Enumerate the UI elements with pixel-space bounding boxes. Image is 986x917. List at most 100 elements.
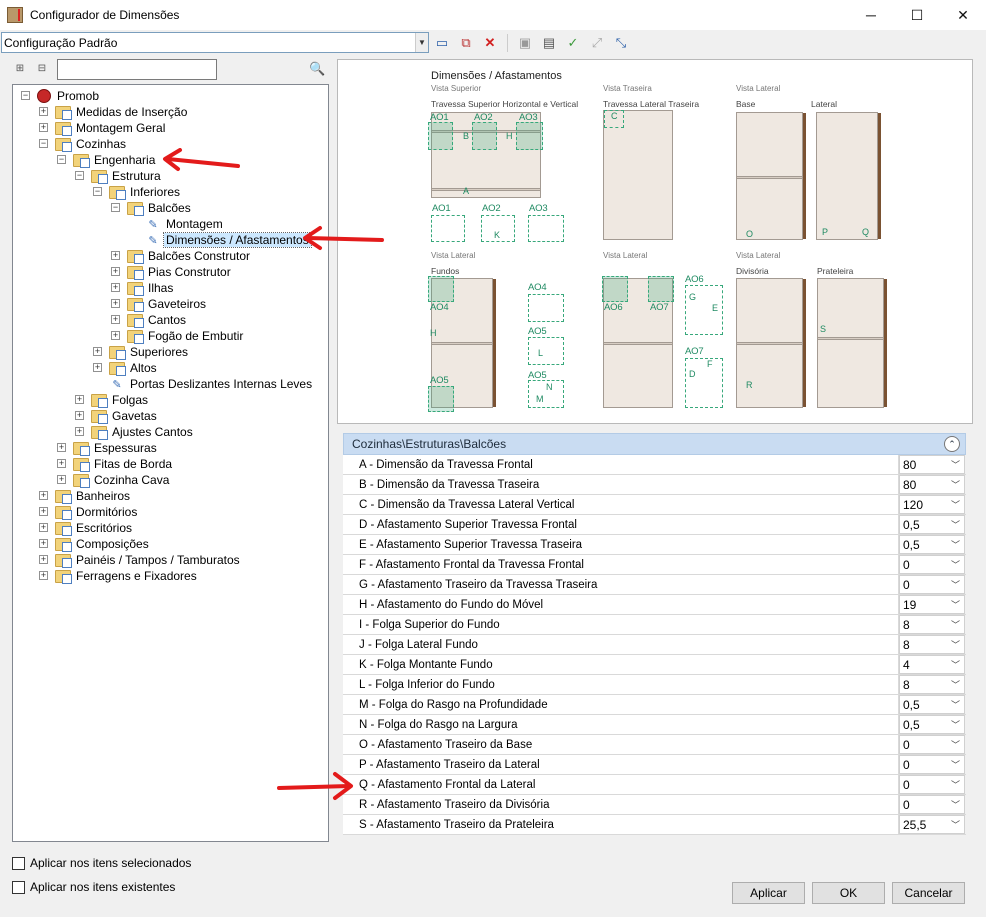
- property-value-dropdown[interactable]: 19 ﹀: [899, 595, 965, 614]
- tree-node[interactable]: + Painéis / Tampos / Tamburatos: [39, 552, 242, 568]
- expand-node-icon[interactable]: +: [111, 283, 120, 292]
- tree-node[interactable]: + Ajustes Cantos: [75, 424, 195, 440]
- tree-node[interactable]: − Balcões: [111, 200, 193, 216]
- tree-node[interactable]: + Fitas de Borda: [57, 456, 174, 472]
- tree-node[interactable]: + Altos: [93, 360, 159, 376]
- collapse-node-icon[interactable]: −: [21, 91, 30, 100]
- property-row[interactable]: R - Afastamento Traseiro da Divisória 0 ﹀: [343, 795, 966, 815]
- expand-node-icon[interactable]: +: [39, 523, 48, 532]
- chevron-down-icon[interactable]: ﹀: [951, 818, 960, 831]
- expand-node-icon[interactable]: +: [75, 411, 84, 420]
- chevron-down-icon[interactable]: ﹀: [951, 618, 960, 631]
- property-row[interactable]: C - Dimensão da Travessa Lateral Vertica…: [343, 495, 966, 515]
- property-row[interactable]: K - Folga Montante Fundo 4 ﹀: [343, 655, 966, 675]
- expand-node-icon[interactable]: +: [57, 475, 66, 484]
- export-icon[interactable]: ⤡: [611, 33, 631, 53]
- ok-button[interactable]: OK: [812, 882, 885, 904]
- chevron-down-icon[interactable]: ﹀: [951, 798, 960, 811]
- property-row[interactable]: S - Afastamento Traseiro da Prateleira 25…: [343, 815, 966, 835]
- chevron-down-icon[interactable]: ﹀: [951, 778, 960, 791]
- delete-icon[interactable]: ✕: [480, 33, 500, 53]
- chevron-down-icon[interactable]: ▼: [415, 33, 428, 52]
- chevron-down-icon[interactable]: ﹀: [951, 478, 960, 491]
- property-row[interactable]: O - Afastamento Traseiro da Base 0 ﹀: [343, 735, 966, 755]
- expand-node-icon[interactable]: +: [39, 491, 48, 500]
- apply-existing-option[interactable]: Aplicar nos itens existentes: [12, 880, 175, 894]
- expand-all-icon[interactable]: ⊞: [12, 60, 28, 76]
- configuration-select[interactable]: Configuração Padrão ▼: [1, 32, 429, 53]
- tree-node[interactable]: − Inferiores: [93, 184, 182, 200]
- tree-node[interactable]: + Medidas de Inserção: [39, 104, 189, 120]
- chevron-down-icon[interactable]: ﹀: [951, 518, 960, 531]
- property-row[interactable]: P - Afastamento Traseiro da Lateral 0 ﹀: [343, 755, 966, 775]
- tree-node[interactable]: + Ilhas: [111, 280, 175, 296]
- tree-node[interactable]: + Pias Construtor: [111, 264, 233, 280]
- property-value-dropdown[interactable]: 0 ﹀: [899, 775, 965, 794]
- tree-node[interactable]: + Folgas: [75, 392, 150, 408]
- property-row[interactable]: D - Afastamento Superior Travessa Fronta…: [343, 515, 966, 535]
- expand-node-icon[interactable]: +: [93, 363, 102, 372]
- tree-node[interactable]: + Dormitórios: [39, 504, 139, 520]
- tree-node[interactable]: − Engenharia: [57, 152, 157, 168]
- chevron-down-icon[interactable]: ﹀: [951, 558, 960, 571]
- tree-node[interactable]: + Cozinha Cava: [57, 472, 171, 488]
- expand-node-icon[interactable]: +: [39, 555, 48, 564]
- tree-node[interactable]: ✎ Montagem: [145, 216, 225, 232]
- collapse-node-icon[interactable]: −: [93, 187, 102, 196]
- tree-node[interactable]: + Espessuras: [57, 440, 159, 456]
- property-value-dropdown[interactable]: 0,5 ﹀: [899, 535, 965, 554]
- expand-node-icon[interactable]: +: [39, 571, 48, 580]
- property-value-dropdown[interactable]: 25,5 ﹀: [899, 815, 965, 834]
- tree-node[interactable]: + Balcões Construtor: [111, 248, 252, 264]
- property-value-dropdown[interactable]: 80 ﹀: [899, 475, 965, 494]
- chevron-down-icon[interactable]: ﹀: [951, 738, 960, 751]
- property-value-dropdown[interactable]: 0 ﹀: [899, 795, 965, 814]
- import-icon[interactable]: ⤢: [587, 33, 607, 53]
- tree-node[interactable]: + Superiores: [93, 344, 190, 360]
- property-value-dropdown[interactable]: 8 ﹀: [899, 615, 965, 634]
- tree-node[interactable]: + Gavetas: [75, 408, 159, 424]
- apply-selected-checkbox[interactable]: [12, 856, 25, 870]
- tree-node[interactable]: + Montagem Geral: [39, 120, 167, 136]
- chevron-down-icon[interactable]: ﹀: [951, 658, 960, 671]
- tree-node[interactable]: + Cantos: [111, 312, 188, 328]
- expand-node-icon[interactable]: +: [39, 123, 48, 132]
- property-row[interactable]: F - Afastamento Frontal da Travessa Fron…: [343, 555, 966, 575]
- apply-existing-checkbox[interactable]: [12, 880, 25, 894]
- chevron-down-icon[interactable]: ﹀: [951, 498, 960, 511]
- property-row[interactable]: Q - Afastamento Frontal da Lateral 0 ﹀: [343, 775, 966, 795]
- find-icon[interactable]: 🔍: [309, 61, 325, 77]
- collapse-node-icon[interactable]: −: [57, 155, 66, 164]
- property-row[interactable]: A - Dimensão da Travessa Frontal 80 ﹀: [343, 455, 966, 475]
- collapse-node-icon[interactable]: −: [39, 139, 48, 148]
- chevron-down-icon[interactable]: ﹀: [951, 458, 960, 471]
- property-value-dropdown[interactable]: 0 ﹀: [899, 575, 965, 594]
- expand-node-icon[interactable]: +: [75, 427, 84, 436]
- chevron-down-icon[interactable]: ﹀: [951, 538, 960, 551]
- property-value-dropdown[interactable]: 8 ﹀: [899, 675, 965, 694]
- tree-node[interactable]: + Ferragens e Fixadores: [39, 568, 199, 584]
- expand-node-icon[interactable]: +: [39, 507, 48, 516]
- collapse-icon[interactable]: ⌃: [944, 436, 960, 452]
- expand-node-icon[interactable]: +: [111, 251, 120, 260]
- property-value-dropdown[interactable]: 0 ﹀: [899, 555, 965, 574]
- property-row[interactable]: N - Folga do Rasgo na Largura 0,5 ﹀: [343, 715, 966, 735]
- expand-node-icon[interactable]: +: [39, 539, 48, 548]
- property-value-dropdown[interactable]: 0,5 ﹀: [899, 715, 965, 734]
- tree-node[interactable]: + Fogão de Embutir: [111, 328, 245, 344]
- property-row[interactable]: E - Afastamento Superior Travessa Trasei…: [343, 535, 966, 555]
- rename-config-icon[interactable]: ▭: [432, 33, 452, 53]
- minimize-button[interactable]: ─: [848, 0, 894, 30]
- property-row[interactable]: H - Afastamento do Fundo do Móvel 19 ﹀: [343, 595, 966, 615]
- property-row[interactable]: G - Afastamento Traseiro da Travessa Tra…: [343, 575, 966, 595]
- property-row[interactable]: I - Folga Superior do Fundo 8 ﹀: [343, 615, 966, 635]
- tree-node[interactable]: + Gaveteiros: [111, 296, 208, 312]
- cancel-button[interactable]: Cancelar: [892, 882, 965, 904]
- property-category-header[interactable]: Cozinhas\Estruturas\Balcões ⌃: [343, 433, 966, 455]
- save-icon[interactable]: ▣: [515, 33, 535, 53]
- copy-config-icon[interactable]: ⧉: [456, 33, 476, 53]
- expand-node-icon[interactable]: +: [111, 267, 120, 276]
- chevron-down-icon[interactable]: ﹀: [951, 698, 960, 711]
- expand-node-icon[interactable]: +: [111, 315, 120, 324]
- approve-icon[interactable]: ✓: [563, 33, 583, 53]
